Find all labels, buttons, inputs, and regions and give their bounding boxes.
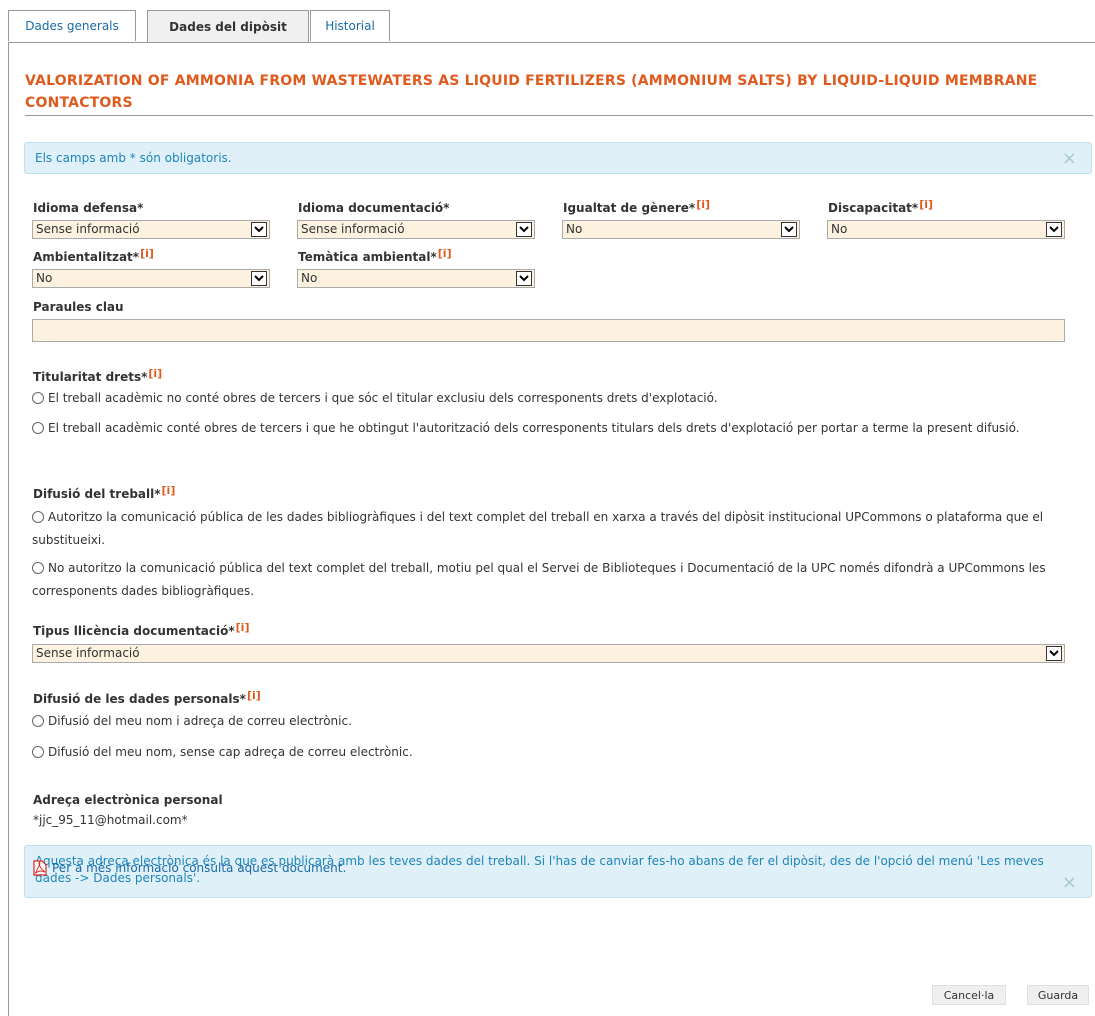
- idioma-documentacio-select[interactable]: Sense informació: [297, 220, 535, 239]
- info-icon[interactable]: [i]: [140, 247, 154, 260]
- titularitat-option-2[interactable]: El treball acadèmic conté obres de terce…: [32, 417, 1077, 440]
- select-value: Sense informació: [36, 222, 140, 236]
- radio-button[interactable]: [32, 392, 44, 404]
- radio-button[interactable]: [32, 511, 44, 523]
- content-left-border: [8, 42, 9, 1016]
- page-title: VALORIZATION OF AMMONIA FROM WASTEWATERS…: [25, 73, 1038, 111]
- difusio-treball-option-2[interactable]: No autoritzo la comunicació pública del …: [32, 557, 1077, 603]
- chevron-down-icon: [251, 271, 267, 286]
- chevron-down-icon: [781, 222, 797, 237]
- radio-button[interactable]: [32, 715, 44, 727]
- radio-button[interactable]: [32, 422, 44, 434]
- ambientalitzat-label: Ambientalitzat*[i]: [33, 247, 154, 264]
- idioma-defensa-select[interactable]: Sense informació: [32, 220, 270, 239]
- titularitat-option-1[interactable]: El treball acadèmic no conté obres de te…: [32, 387, 1077, 410]
- pdf-icon: [33, 860, 47, 876]
- chevron-down-icon: [516, 222, 532, 237]
- select-value: No: [36, 271, 53, 285]
- tab-bar: Dades generals Dades del dipòsit Histori…: [8, 10, 1095, 43]
- alert-text: Els camps amb * són obligatoris.: [35, 151, 232, 165]
- info-icon[interactable]: [i]: [247, 689, 261, 702]
- email-value: *jjc_95_11@hotmail.com*: [33, 813, 188, 827]
- more-info-link[interactable]: Per a més informació consulta aquest doc…: [33, 860, 346, 876]
- llicencia-select[interactable]: Sense informació: [32, 644, 1065, 663]
- paraules-clau-input[interactable]: [32, 319, 1065, 342]
- info-icon[interactable]: [i]: [919, 198, 933, 211]
- idioma-defensa-label: Idioma defensa*: [33, 201, 144, 215]
- tab-dades-generals[interactable]: Dades generals: [8, 10, 136, 41]
- select-value: No: [831, 222, 848, 236]
- tab-dades-diposit[interactable]: Dades del dipòsit: [147, 10, 309, 42]
- idioma-documentacio-label: Idioma documentació*: [298, 201, 450, 215]
- dades-personals-option-1[interactable]: Difusió del meu nom i adreça de correu e…: [32, 710, 1077, 733]
- tab-label: Dades generals: [25, 19, 119, 33]
- ambientalitzat-select[interactable]: No: [32, 269, 270, 288]
- info-icon[interactable]: [i]: [438, 247, 452, 260]
- tab-historial[interactable]: Historial: [310, 10, 390, 41]
- tematica-ambiental-label: Temàtica ambiental*[i]: [298, 247, 452, 264]
- info-icon[interactable]: [i]: [148, 367, 162, 380]
- llicencia-label: Tipus llicència documentació*[i]: [33, 621, 250, 638]
- chevron-down-icon: [1046, 646, 1062, 661]
- dades-personals-option-2[interactable]: Difusió del meu nom, sense cap adreça de…: [32, 741, 1077, 764]
- titularitat-label: Titularitat drets*[i]: [33, 367, 163, 384]
- close-icon[interactable]: ×: [1062, 872, 1077, 893]
- tab-label: Dades del dipòsit: [169, 19, 287, 34]
- link-text[interactable]: Per a més informació consulta aquest doc…: [52, 861, 346, 875]
- info-icon[interactable]: [i]: [162, 484, 176, 497]
- select-value: No: [301, 271, 318, 285]
- difusio-treball-label: Difusió del treball*[i]: [33, 484, 176, 501]
- email-label: Adreça electrònica personal: [33, 793, 223, 807]
- tematica-ambiental-select[interactable]: No: [297, 269, 535, 288]
- close-icon[interactable]: ×: [1062, 148, 1077, 169]
- dades-personals-label: Difusió de les dades personals*[i]: [33, 689, 261, 706]
- difusio-treball-option-1[interactable]: Autoritzo la comunicació pública de les …: [32, 506, 1077, 552]
- cancel-button[interactable]: Cancel·la: [932, 985, 1006, 1005]
- required-fields-alert: Els camps amb * són obligatoris. ×: [24, 142, 1092, 174]
- igualtat-genere-label: Igualtat de gènere*[i]: [563, 198, 711, 215]
- chevron-down-icon: [516, 271, 532, 286]
- radio-button[interactable]: [32, 562, 44, 574]
- discapacitat-select[interactable]: No: [827, 220, 1065, 239]
- chevron-down-icon: [1046, 222, 1062, 237]
- select-value: Sense informació: [36, 646, 140, 660]
- info-icon[interactable]: [i]: [696, 198, 710, 211]
- paraules-clau-label: Paraules clau: [33, 300, 124, 314]
- discapacitat-label: Discapacitat*[i]: [828, 198, 934, 215]
- title-divider: [25, 115, 1093, 116]
- chevron-down-icon: [251, 222, 267, 237]
- info-icon[interactable]: [i]: [236, 621, 250, 634]
- igualtat-genere-select[interactable]: No: [562, 220, 800, 239]
- save-button[interactable]: Guarda: [1027, 985, 1089, 1005]
- radio-button[interactable]: [32, 746, 44, 758]
- select-value: Sense informació: [301, 222, 405, 236]
- tab-label: Historial: [325, 19, 375, 33]
- select-value: No: [566, 222, 583, 236]
